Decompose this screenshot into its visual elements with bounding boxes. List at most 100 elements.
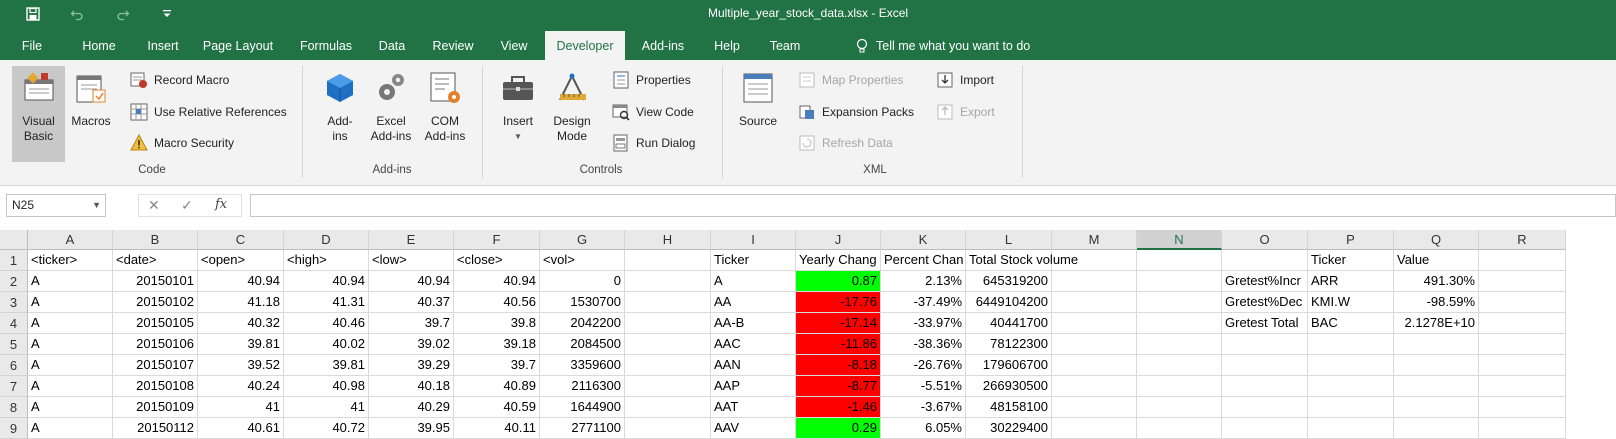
macros-button[interactable]: Macros <box>68 66 114 129</box>
chevron-down-icon[interactable]: ▼ <box>92 195 101 216</box>
cell-b6[interactable]: 20150107 <box>113 355 198 376</box>
cell-c8[interactable]: 41 <box>198 397 284 418</box>
tell-me-search[interactable]: Tell me what you want to do <box>876 28 1030 60</box>
name-box[interactable]: N25 ▼ <box>6 194 106 217</box>
add-ins-button[interactable]: Add- ins <box>318 66 362 144</box>
column-header-r[interactable]: R <box>1479 230 1566 250</box>
cell-b9[interactable]: 20150112 <box>113 418 198 439</box>
cell-i2[interactable]: A <box>711 271 796 292</box>
cell-m9[interactable] <box>1052 418 1137 439</box>
cell-p6[interactable] <box>1308 355 1394 376</box>
cancel-icon[interactable]: ✕ <box>148 197 160 214</box>
cell-k8[interactable]: -3.67% <box>881 397 966 418</box>
cell-c7[interactable]: 40.24 <box>198 376 284 397</box>
cell-m6[interactable] <box>1052 355 1137 376</box>
cell-n9[interactable] <box>1137 418 1222 439</box>
cell-m3[interactable] <box>1052 292 1137 313</box>
cell-r3[interactable] <box>1479 292 1566 313</box>
cell-c4[interactable]: 40.32 <box>198 313 284 334</box>
cell-d5[interactable]: 40.02 <box>284 334 369 355</box>
cell-c9[interactable]: 40.61 <box>198 418 284 439</box>
cell-e7[interactable]: 40.18 <box>369 376 454 397</box>
column-header-n[interactable]: N <box>1137 230 1222 250</box>
cell-p5[interactable] <box>1308 334 1394 355</box>
cell-g8[interactable]: 1644900 <box>540 397 625 418</box>
properties-button[interactable]: Properties <box>612 70 691 90</box>
cell-h5[interactable] <box>625 334 711 355</box>
visual-basic-button[interactable]: Visual Basic <box>12 66 65 162</box>
row-header-1[interactable]: 1 <box>0 250 28 271</box>
tab-page-layout[interactable]: Page Layout <box>200 28 276 60</box>
cell-g4[interactable]: 2042200 <box>540 313 625 334</box>
cell-a6[interactable]: A <box>28 355 113 376</box>
cell-a7[interactable]: A <box>28 376 113 397</box>
cell-p3[interactable]: KMI.W <box>1308 292 1394 313</box>
cell-j9[interactable]: 0.29 <box>796 418 881 439</box>
cell-l5[interactable]: 78122300 <box>966 334 1052 355</box>
cell-n7[interactable] <box>1137 376 1222 397</box>
cell-f5[interactable]: 39.18 <box>454 334 540 355</box>
cell-a8[interactable]: A <box>28 397 113 418</box>
cell-o4[interactable]: Gretest Total <box>1222 313 1308 334</box>
cell-c2[interactable]: 40.94 <box>198 271 284 292</box>
column-header-q[interactable]: Q <box>1394 230 1479 250</box>
cell-o5[interactable] <box>1222 334 1308 355</box>
column-header-i[interactable]: I <box>711 230 796 250</box>
cell-g6[interactable]: 3359600 <box>540 355 625 376</box>
cell-r4[interactable] <box>1479 313 1566 334</box>
cell-h3[interactable] <box>625 292 711 313</box>
column-header-a[interactable]: A <box>28 230 113 250</box>
cell-l3[interactable]: 6449104200 <box>966 292 1052 313</box>
cell-a3[interactable]: A <box>28 292 113 313</box>
column-header-e[interactable]: E <box>369 230 454 250</box>
column-header-c[interactable]: C <box>198 230 284 250</box>
row-header-6[interactable]: 6 <box>0 355 28 376</box>
cell-h4[interactable] <box>625 313 711 334</box>
cell-f3[interactable]: 40.56 <box>454 292 540 313</box>
record-macro-button[interactable]: Record Macro <box>130 70 229 90</box>
column-header-p[interactable]: P <box>1308 230 1394 250</box>
cell-f9[interactable]: 40.11 <box>454 418 540 439</box>
cell-q1[interactable]: Value <box>1394 250 1479 271</box>
cell-f4[interactable]: 39.8 <box>454 313 540 334</box>
cell-c6[interactable]: 39.52 <box>198 355 284 376</box>
cell-q2[interactable]: 491.30% <box>1394 271 1479 292</box>
cell-r7[interactable] <box>1479 376 1566 397</box>
cell-k4[interactable]: -33.97% <box>881 313 966 334</box>
cell-g3[interactable]: 1530700 <box>540 292 625 313</box>
cell-h6[interactable] <box>625 355 711 376</box>
cell-i9[interactable]: AAV <box>711 418 796 439</box>
cell-f7[interactable]: 40.89 <box>454 376 540 397</box>
cell-o2[interactable]: Gretest%Incr <box>1222 271 1308 292</box>
cell-g2[interactable]: 0 <box>540 271 625 292</box>
tab-home[interactable]: Home <box>76 28 122 60</box>
insert-function-icon[interactable]: fx <box>215 197 227 212</box>
cell-r8[interactable] <box>1479 397 1566 418</box>
cell-n3[interactable] <box>1137 292 1222 313</box>
cell-f8[interactable]: 40.59 <box>454 397 540 418</box>
cell-o7[interactable] <box>1222 376 1308 397</box>
cell-b1[interactable]: <date> <box>113 250 198 271</box>
column-header-j[interactable]: J <box>796 230 881 250</box>
cell-b8[interactable]: 20150109 <box>113 397 198 418</box>
tab-insert[interactable]: Insert <box>138 28 188 60</box>
cell-m7[interactable] <box>1052 376 1137 397</box>
cell-f2[interactable]: 40.94 <box>454 271 540 292</box>
cell-j2[interactable]: 0.87 <box>796 271 881 292</box>
cell-i6[interactable]: AAN <box>711 355 796 376</box>
cell-p8[interactable] <box>1308 397 1394 418</box>
cell-o1[interactable] <box>1222 250 1308 271</box>
cell-n4[interactable] <box>1137 313 1222 334</box>
cell-g1[interactable]: <vol> <box>540 250 625 271</box>
macro-security-button[interactable]: Macro Security <box>130 133 234 153</box>
cell-p7[interactable] <box>1308 376 1394 397</box>
cell-g7[interactable]: 2116300 <box>540 376 625 397</box>
cell-j7[interactable]: -8.77 <box>796 376 881 397</box>
cell-n5[interactable] <box>1137 334 1222 355</box>
column-header-m[interactable]: M <box>1052 230 1137 250</box>
cell-e1[interactable]: <low> <box>369 250 454 271</box>
cell-r5[interactable] <box>1479 334 1566 355</box>
cell-a2[interactable]: A <box>28 271 113 292</box>
cell-l7[interactable]: 266930500 <box>966 376 1052 397</box>
cell-l9[interactable]: 30229400 <box>966 418 1052 439</box>
